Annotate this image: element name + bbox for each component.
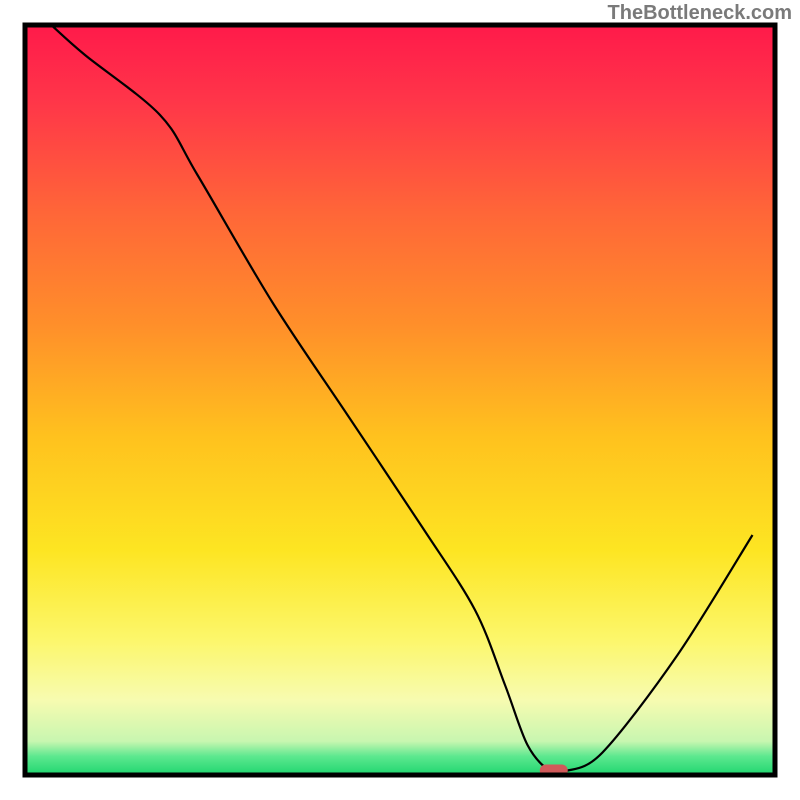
bottleneck-chart xyxy=(0,0,800,800)
plot-background xyxy=(25,25,775,775)
watermark-text: TheBottleneck.com xyxy=(608,2,792,25)
